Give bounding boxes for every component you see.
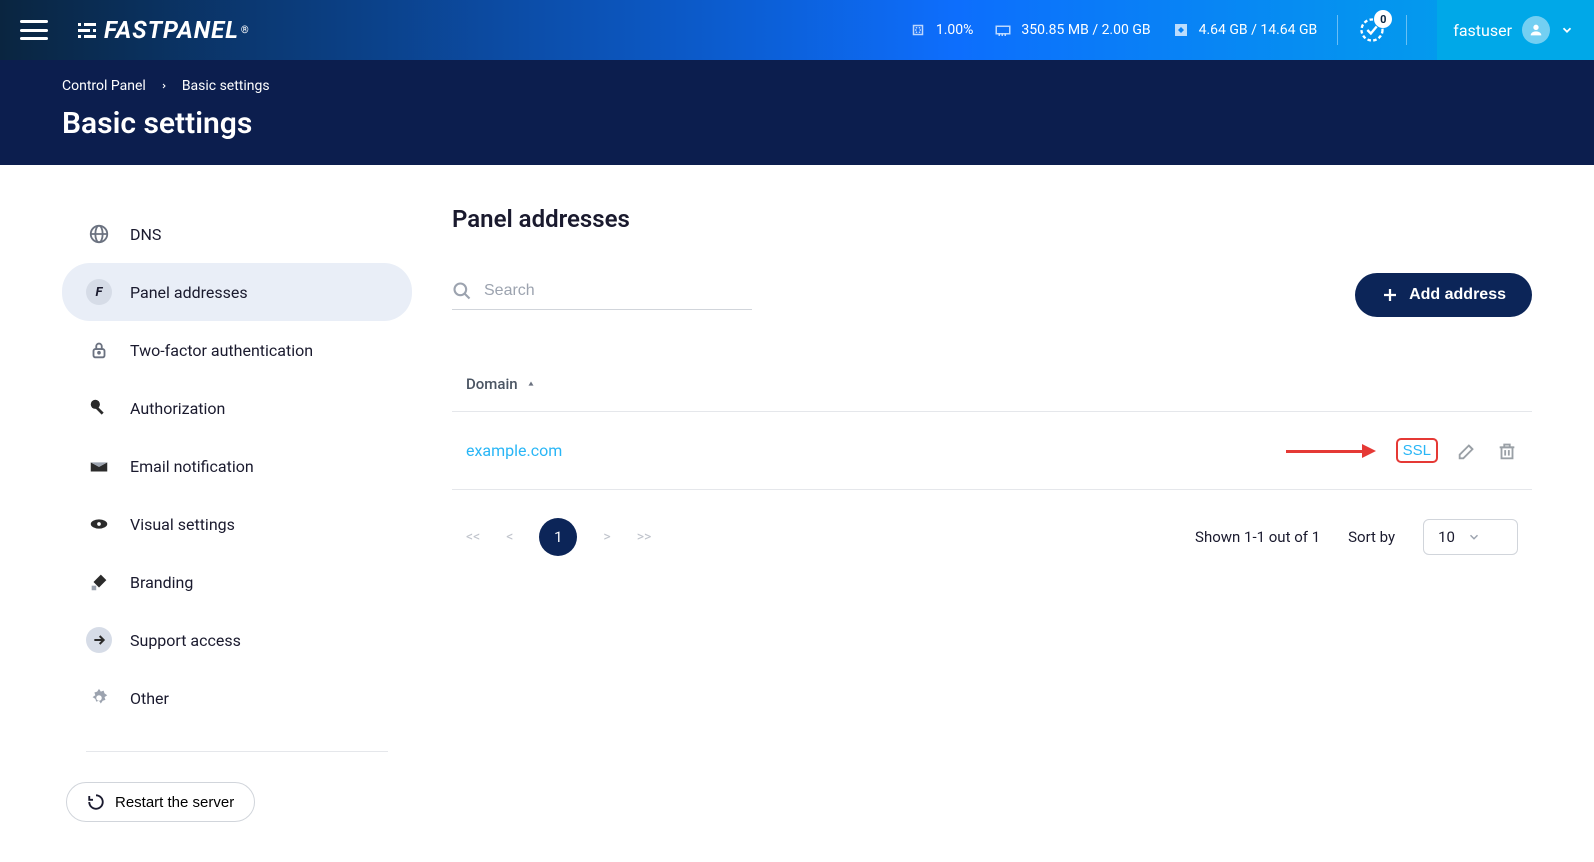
sub-header: Control Panel Basic settings Basic setti… bbox=[0, 60, 1594, 165]
sidebar-item-dns[interactable]: DNS bbox=[62, 205, 412, 263]
toolbar: Add address bbox=[452, 273, 1532, 317]
sidebar-item-authorization[interactable]: Authorization bbox=[62, 379, 412, 437]
sidebar-item-other[interactable]: Other bbox=[62, 669, 412, 727]
cpu-value: 1.00% bbox=[936, 22, 974, 38]
stat-cpu[interactable]: 1.00% bbox=[908, 21, 974, 39]
breadcrumb-root[interactable]: Control Panel bbox=[62, 78, 146, 94]
menu-hamburger-icon[interactable] bbox=[20, 20, 48, 40]
sidebar-item-label: Authorization bbox=[130, 399, 225, 418]
key-icon bbox=[86, 395, 112, 421]
sidebar-item-label: Email notification bbox=[130, 457, 254, 476]
restart-server-button[interactable]: Restart the server bbox=[66, 782, 255, 822]
logo-icon bbox=[78, 23, 96, 38]
memory-icon bbox=[993, 21, 1013, 39]
search-input[interactable] bbox=[484, 282, 752, 300]
pager-last[interactable]: >> bbox=[637, 529, 652, 545]
disk-value: 4.64 GB / 14.64 GB bbox=[1199, 22, 1318, 38]
main-layout: DNS F Panel addresses Two-factor authent… bbox=[0, 165, 1594, 862]
search-box[interactable] bbox=[452, 281, 752, 310]
shown-text: Shown 1-1 out of 1 bbox=[1195, 528, 1320, 546]
sidebar-item-label: Two-factor authentication bbox=[130, 341, 313, 360]
chevron-right-icon bbox=[160, 81, 168, 91]
pager-first[interactable]: << bbox=[466, 529, 480, 545]
sidebar-item-label: Visual settings bbox=[130, 515, 235, 534]
pager-next[interactable]: > bbox=[603, 529, 610, 545]
plus-icon bbox=[1381, 286, 1399, 304]
brush-icon bbox=[86, 569, 112, 595]
domain-link[interactable]: example.com bbox=[466, 441, 562, 460]
ssl-button[interactable]: SSL bbox=[1396, 438, 1438, 463]
cpu-icon bbox=[908, 21, 928, 39]
panel-icon: F bbox=[86, 279, 112, 305]
notifications-button[interactable]: 0 bbox=[1358, 16, 1386, 44]
sidebar-item-support[interactable]: Support access bbox=[62, 611, 412, 669]
per-page-select[interactable]: 10 bbox=[1423, 519, 1518, 555]
add-address-label: Add address bbox=[1409, 286, 1506, 304]
sidebar-item-label: Other bbox=[130, 689, 169, 708]
sidebar-item-email[interactable]: Email notification bbox=[62, 437, 412, 495]
sidebar-divider bbox=[86, 751, 388, 752]
stat-memory[interactable]: 350.85 MB / 2.00 GB bbox=[993, 21, 1150, 39]
breadcrumb: Control Panel Basic settings bbox=[62, 78, 1532, 94]
sidebar-item-label: Support access bbox=[130, 631, 241, 650]
chevron-down-icon bbox=[1560, 23, 1574, 37]
avatar-icon bbox=[1522, 16, 1550, 44]
lock-icon bbox=[86, 337, 112, 363]
sidebar-item-panel-addresses[interactable]: F Panel addresses bbox=[62, 263, 412, 321]
column-domain-label: Domain bbox=[466, 375, 518, 393]
content-area: Panel addresses Add address Domain examp… bbox=[452, 205, 1532, 822]
sidebar-item-visual[interactable]: Visual settings bbox=[62, 495, 412, 553]
gear-icon bbox=[86, 685, 112, 711]
content-title: Panel addresses bbox=[452, 205, 1532, 233]
header-divider bbox=[1337, 15, 1338, 45]
logo-trademark: ® bbox=[241, 25, 250, 36]
pager-current: 1 bbox=[539, 518, 577, 556]
sidebar-item-branding[interactable]: Branding bbox=[62, 553, 412, 611]
per-page-value: 10 bbox=[1438, 528, 1455, 546]
add-address-button[interactable]: Add address bbox=[1355, 273, 1532, 317]
header-stats: 1.00% 350.85 MB / 2.00 GB 4.64 GB / 14.6… bbox=[908, 0, 1574, 60]
logo[interactable]: FASTPANEL® bbox=[78, 16, 250, 44]
sidebar-item-two-factor[interactable]: Two-factor authentication bbox=[62, 321, 412, 379]
edit-icon[interactable] bbox=[1456, 440, 1478, 462]
sidebar-item-label: Panel addresses bbox=[130, 283, 248, 302]
pager: << < 1 > >> bbox=[466, 518, 651, 556]
sort-asc-icon bbox=[526, 379, 536, 389]
sidebar-item-label: DNS bbox=[130, 225, 161, 244]
row-actions: SSL bbox=[1286, 438, 1518, 463]
user-menu[interactable]: fastuser bbox=[1437, 0, 1594, 60]
stat-disk[interactable]: 4.64 GB / 14.64 GB bbox=[1171, 21, 1318, 39]
breadcrumb-current: Basic settings bbox=[182, 78, 270, 94]
sidebar-item-label: Branding bbox=[130, 573, 193, 592]
eye-icon bbox=[86, 511, 112, 537]
trash-icon[interactable] bbox=[1496, 440, 1518, 462]
chevron-down-icon bbox=[1467, 530, 1481, 544]
pager-prev[interactable]: < bbox=[506, 529, 513, 545]
page-title: Basic settings bbox=[62, 106, 1532, 141]
header-divider-2 bbox=[1406, 15, 1407, 45]
top-header: FASTPANEL® 1.00% 350.85 MB / 2.00 GB 4.6… bbox=[0, 0, 1594, 60]
sidebar: DNS F Panel addresses Two-factor authent… bbox=[62, 205, 412, 822]
username-text: fastuser bbox=[1453, 21, 1512, 40]
column-domain-header[interactable]: Domain bbox=[466, 375, 536, 393]
sort-by-label: Sort by bbox=[1348, 528, 1395, 546]
logo-text: FASTPANEL bbox=[104, 16, 239, 44]
globe-icon bbox=[86, 221, 112, 247]
memory-value: 350.85 MB / 2.00 GB bbox=[1021, 22, 1150, 38]
table-header: Domain bbox=[452, 357, 1532, 412]
annotation-arrow-icon bbox=[1286, 446, 1376, 456]
arrow-right-icon bbox=[86, 627, 112, 653]
envelope-icon bbox=[86, 453, 112, 479]
notification-count-badge: 0 bbox=[1374, 10, 1392, 28]
restart-icon bbox=[87, 793, 105, 811]
restart-label: Restart the server bbox=[115, 794, 234, 811]
pagination: << < 1 > >> Shown 1-1 out of 1 Sort by 1… bbox=[452, 490, 1532, 556]
search-icon bbox=[452, 281, 472, 301]
table-row: example.com SSL bbox=[452, 412, 1532, 490]
disk-icon bbox=[1171, 21, 1191, 39]
